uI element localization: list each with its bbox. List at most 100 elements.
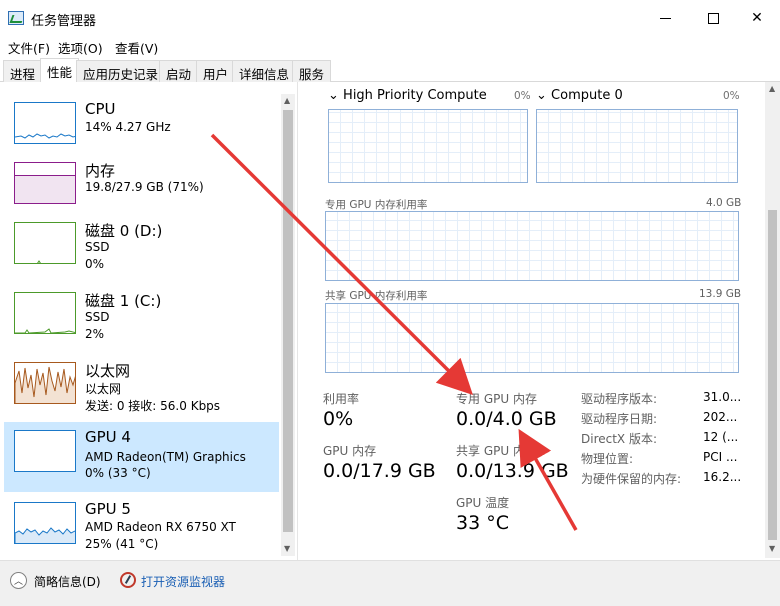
resource-disk-0[interactable]: 磁盘 0 (D:) SSD 0% (4, 214, 279, 284)
resource-monitor-icon (120, 572, 136, 588)
utilization-value: 0% (323, 408, 354, 430)
shared-memory-graph (325, 303, 739, 373)
reserved-memory-value: 16.2... (703, 470, 742, 484)
scroll-up-icon[interactable]: ▲ (769, 84, 775, 93)
resource-usage: 发送: 0 接收: 56.0 Kbps (85, 399, 221, 413)
resource-detail: 14% 4.27 GHz (85, 120, 171, 134)
resource-title: GPU 5 (85, 500, 131, 518)
resource-detail: 以太网 (85, 382, 122, 396)
open-resource-monitor-link[interactable]: 打开资源监视器 (141, 573, 225, 590)
detail-panel-scrollbar[interactable]: ▲ ▼ (765, 82, 780, 558)
engine2-graph (536, 109, 738, 183)
directx-version-value: 12 (... (703, 430, 739, 444)
shared-usage-label: 共享 GPU 内存利用率 (325, 290, 428, 302)
dedicated-usage-max: 4.0 GB (706, 197, 742, 209)
physical-location-value: PCI ... (703, 450, 738, 464)
menu-options[interactable]: 选项(O) (58, 38, 103, 57)
tab-services[interactable]: 服务 (292, 60, 332, 82)
resource-ethernet[interactable]: 以太网 以太网 发送: 0 接收: 56.0 Kbps (4, 354, 279, 424)
gpu5-thumbnail-graph (14, 502, 76, 544)
tab-startup[interactable]: 启动 (159, 60, 199, 82)
driver-date-label: 驱动程序日期: (581, 412, 658, 426)
tab-processes[interactable]: 进程 (3, 60, 43, 82)
resource-title: 磁盘 0 (D:) (85, 222, 163, 240)
resource-disk-1[interactable]: 磁盘 1 (C:) SSD 2% (4, 284, 279, 354)
engine1-graph (328, 109, 528, 183)
ethernet-thumbnail-graph (14, 362, 76, 404)
title-bar: 任务管理器 ✕ (0, 0, 780, 36)
close-icon: ✕ (751, 10, 763, 26)
minimize-icon (659, 17, 671, 19)
dedicated-memory-value: 0.0/4.0 GB (456, 408, 557, 430)
memory-thumbnail-graph (14, 162, 76, 204)
resource-title: 内存 (85, 162, 116, 180)
cpu-thumbnail-graph (14, 102, 76, 144)
resource-detail: 19.8/27.9 GB (71%) (85, 180, 204, 194)
physical-location-label: 物理位置: (581, 452, 634, 466)
fewer-details-link[interactable]: 简略信息(D) (34, 573, 101, 590)
scrollbar-thumb[interactable] (283, 110, 293, 532)
tab-app-history[interactable]: 应用历史记录 (76, 60, 166, 82)
resource-title: 磁盘 1 (C:) (85, 292, 162, 310)
scrollbar-thumb[interactable] (768, 210, 777, 540)
menu-bar: 文件(F) 选项(O) 查看(V) (0, 36, 780, 56)
chevron-down-icon: ⌄ (536, 88, 547, 103)
gpu4-thumbnail-graph (14, 430, 76, 472)
engine1-name: High Priority Compute (343, 88, 487, 103)
shared-usage-max: 13.9 GB (699, 288, 742, 300)
resource-usage: 25% (41 °C) (85, 537, 159, 551)
shared-memory-label: 共享 GPU 内存 (456, 444, 537, 458)
resource-detail: SSD (85, 310, 110, 324)
engine1-percent: 0% (514, 90, 531, 102)
resource-title: GPU 4 (85, 428, 131, 446)
resource-usage: 0% (33 °C) (85, 466, 151, 480)
menu-file[interactable]: 文件(F) (8, 38, 50, 57)
scroll-down-icon[interactable]: ▼ (284, 544, 290, 553)
driver-version-label: 驱动程序版本: (581, 392, 658, 406)
directx-version-label: DirectX 版本: (581, 432, 658, 446)
resource-list-scrollbar[interactable]: ▲ ▼ (281, 94, 295, 556)
engine1-selector[interactable]: ⌄ High Priority Compute (328, 88, 487, 103)
collapse-chevron-icon[interactable]: ︿ (10, 572, 27, 589)
scroll-down-icon[interactable]: ▼ (769, 544, 775, 553)
driver-version-value: 31.0... (703, 390, 742, 404)
scroll-up-icon[interactable]: ▲ (284, 96, 290, 105)
engine2-percent: 0% (723, 90, 740, 102)
dedicated-memory-label: 专用 GPU 内存 (456, 392, 537, 406)
gpu-memory-label: GPU 内存 (323, 444, 377, 458)
gpu-temperature-value: 33 °C (456, 512, 509, 534)
window-title: 任务管理器 (31, 14, 97, 29)
resource-title: CPU (85, 100, 116, 118)
task-manager-icon (8, 11, 24, 25)
gpu-memory-value: 0.0/17.9 GB (323, 460, 436, 482)
resource-list: CPU 14% 4.27 GHz 内存 19.8/27.9 GB (71%) 磁… (0, 82, 298, 560)
chevron-down-icon: ⌄ (328, 88, 339, 103)
tab-details[interactable]: 详细信息 (232, 60, 297, 82)
reserved-memory-label: 为硬件保留的内存: (581, 472, 682, 486)
menu-view[interactable]: 查看(V) (115, 38, 158, 57)
footer-bar: ︿ 简略信息(D) 打开资源监视器 (0, 560, 780, 606)
close-button[interactable]: ✕ (734, 0, 780, 36)
engine2-name: Compute 0 (551, 88, 623, 103)
resource-usage: 0% (85, 257, 105, 271)
resource-usage: 2% (85, 327, 105, 341)
resource-detail: AMD Radeon RX 6750 XT (85, 520, 236, 534)
resource-gpu-4[interactable]: GPU 4 AMD Radeon(TM) Graphics 0% (33 °C) (4, 422, 279, 492)
tab-bar: 进程 性能 应用历史记录 启动 用户 详细信息 服务 (0, 58, 780, 83)
engine2-selector[interactable]: ⌄ Compute 0 (536, 88, 623, 103)
disk1-thumbnail-graph (14, 292, 76, 334)
resource-gpu-5[interactable]: GPU 5 AMD Radeon RX 6750 XT 25% (41 °C) (4, 494, 279, 564)
minimize-button[interactable] (642, 0, 688, 36)
dedicated-memory-graph (325, 211, 739, 281)
tab-users[interactable]: 用户 (196, 60, 236, 82)
resource-title: 以太网 (85, 362, 131, 380)
gpu-detail-panel: ⌄ High Priority Compute 0% ⌄ Compute 0 0… (298, 82, 780, 560)
maximize-button[interactable] (690, 0, 736, 36)
disk0-thumbnail-graph (14, 222, 76, 264)
dedicated-usage-label: 专用 GPU 内存利用率 (325, 199, 428, 211)
maximize-icon (707, 12, 719, 24)
utilization-label: 利用率 (323, 392, 360, 406)
tab-performance[interactable]: 性能 (40, 58, 80, 83)
resource-detail: AMD Radeon(TM) Graphics (85, 450, 246, 464)
shared-memory-value: 0.0/13.9 GB (456, 460, 569, 482)
